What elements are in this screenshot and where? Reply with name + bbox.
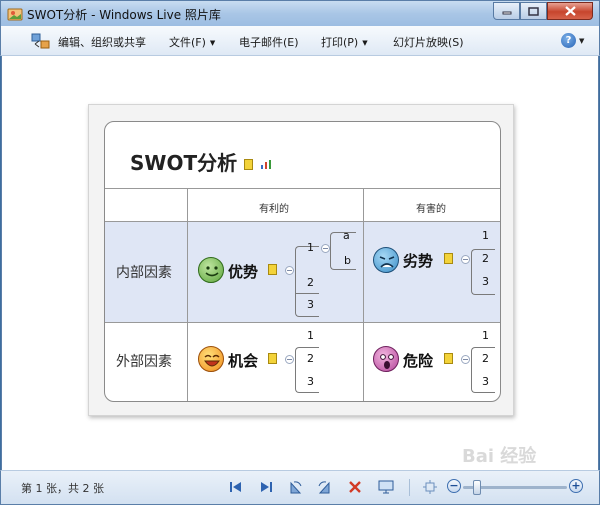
minimize-icon xyxy=(502,11,511,15)
previous-button[interactable] xyxy=(227,478,245,496)
smiley-green-icon xyxy=(198,257,224,283)
crying-face-icon xyxy=(373,247,399,273)
threat-item: 2 xyxy=(482,352,489,365)
menu-edit-organize-share[interactable]: 编辑、组织或共享 xyxy=(58,34,146,50)
row-header-external: 外部因素 xyxy=(116,354,172,370)
weakness-item: 2 xyxy=(482,252,489,265)
threat-item: 3 xyxy=(482,375,489,388)
rotate-left-icon xyxy=(290,481,302,494)
watermark: Bai 经验 xyxy=(462,446,537,467)
strength-subitem: a xyxy=(343,229,350,242)
toolbar-separator xyxy=(409,479,410,496)
rotate-left-button[interactable] xyxy=(287,478,305,496)
collapse-toggle-icon[interactable] xyxy=(285,355,294,364)
laughing-face-icon xyxy=(198,346,224,372)
strengths-label: 优势 xyxy=(228,263,259,281)
next-icon xyxy=(261,482,272,492)
menu-file-label: 文件(F) xyxy=(169,36,206,49)
collapse-toggle-icon[interactable] xyxy=(285,266,294,275)
displayed-photo: SWOT分析 有利的 有害的 内部因素 外部因素 优势 1 a b 2 3 劣势… xyxy=(88,104,514,416)
strength-item: 1 xyxy=(307,241,314,254)
note-icon xyxy=(268,353,277,364)
close-icon xyxy=(564,6,576,16)
weaknesses-label: 劣势 xyxy=(403,252,434,270)
grid-line xyxy=(105,221,500,222)
delete-button[interactable] xyxy=(346,478,364,496)
opportunities-label: 机会 xyxy=(228,352,259,370)
grid-line xyxy=(105,322,500,323)
image-viewer: SWOT分析 有利的 有害的 内部因素 外部因素 优势 1 a b 2 3 劣势… xyxy=(1,56,599,470)
menu-slideshow[interactable]: 幻灯片放映(S) xyxy=(393,34,464,50)
photo-gallery-window: SWOT分析 - Windows Live 照片库 编辑、组织或共享 文件(F)… xyxy=(0,0,600,505)
fit-size-icon xyxy=(423,480,437,494)
note-icon xyxy=(444,353,453,364)
window-title: SWOT分析 - Windows Live 照片库 xyxy=(27,8,221,22)
grid-line xyxy=(187,188,188,401)
weakness-item: 1 xyxy=(482,229,489,242)
next-button[interactable] xyxy=(257,478,275,496)
photo-gallery-app-icon xyxy=(7,8,23,21)
previous-icon xyxy=(230,482,241,492)
grid-line xyxy=(105,188,500,189)
close-button[interactable] xyxy=(547,2,593,20)
title-bar: SWOT分析 - Windows Live 照片库 xyxy=(0,0,600,26)
maximize-icon xyxy=(528,6,539,16)
strength-subitem: b xyxy=(344,254,351,267)
threat-item: 1 xyxy=(482,329,489,342)
strength-item: 2 xyxy=(307,276,314,289)
delete-icon xyxy=(349,481,361,493)
weakness-item: 3 xyxy=(482,275,489,288)
note-icon xyxy=(444,253,453,264)
menu-print-label: 打印(P) xyxy=(321,36,359,49)
mindmap-title: SWOT分析 xyxy=(130,147,272,176)
collapse-toggle-icon[interactable] xyxy=(461,355,470,364)
collapse-toggle-icon[interactable] xyxy=(461,255,470,264)
row-header-internal: 内部因素 xyxy=(116,265,172,281)
plus-icon: + xyxy=(571,479,581,492)
menu-print[interactable]: 打印(P) ▼ xyxy=(321,34,368,50)
minus-icon: − xyxy=(449,479,459,492)
column-header-favorable: 有利的 xyxy=(259,204,289,215)
branch-connector xyxy=(295,293,319,294)
note-icon xyxy=(268,264,277,275)
help-button[interactable]: ? xyxy=(561,33,576,48)
chart-icon xyxy=(261,160,272,169)
chevron-down-icon[interactable]: ▼ xyxy=(579,37,584,45)
slideshow-icon xyxy=(378,480,394,494)
collapse-toggle-icon[interactable] xyxy=(321,244,330,253)
column-header-unfavorable: 有害的 xyxy=(416,204,446,215)
swot-mindmap: SWOT分析 有利的 有害的 内部因素 外部因素 优势 1 a b 2 3 劣势… xyxy=(104,121,501,402)
minimize-button[interactable] xyxy=(493,2,520,20)
chevron-down-icon: ▼ xyxy=(362,39,368,47)
rotate-right-button[interactable] xyxy=(315,478,333,496)
slideshow-button[interactable] xyxy=(377,478,395,496)
zoom-in-button[interactable]: + xyxy=(569,479,583,493)
mindmap-title-text: SWOT分析 xyxy=(130,151,238,175)
menu-email[interactable]: 电子邮件(E) xyxy=(239,34,299,50)
bottom-toolbar: 第 1 张，共 2 张 − + xyxy=(0,470,600,505)
strength-item: 3 xyxy=(307,298,314,311)
menu-file[interactable]: 文件(F) ▼ xyxy=(169,34,215,50)
grid-line xyxy=(363,188,364,401)
chevron-down-icon: ▼ xyxy=(209,39,216,47)
window-controls xyxy=(493,2,593,20)
opportunity-item: 2 xyxy=(307,352,314,365)
zoom-slider-thumb[interactable] xyxy=(473,480,481,495)
zoom-out-button[interactable]: − xyxy=(447,479,461,493)
note-icon xyxy=(244,159,254,170)
screaming-face-icon xyxy=(373,346,399,372)
threats-label: 危险 xyxy=(403,352,434,370)
maximize-button[interactable] xyxy=(520,2,547,20)
opportunity-item: 3 xyxy=(307,375,314,388)
share-icon xyxy=(31,33,50,49)
photo-counter: 第 1 张，共 2 张 xyxy=(21,482,104,495)
menu-bar: 编辑、组织或共享 文件(F) ▼ 电子邮件(E) 打印(P) ▼ 幻灯片放映(S) … xyxy=(0,26,600,56)
rotate-right-icon xyxy=(318,481,330,494)
opportunity-item: 1 xyxy=(307,329,314,342)
actual-size-button[interactable] xyxy=(421,478,439,496)
